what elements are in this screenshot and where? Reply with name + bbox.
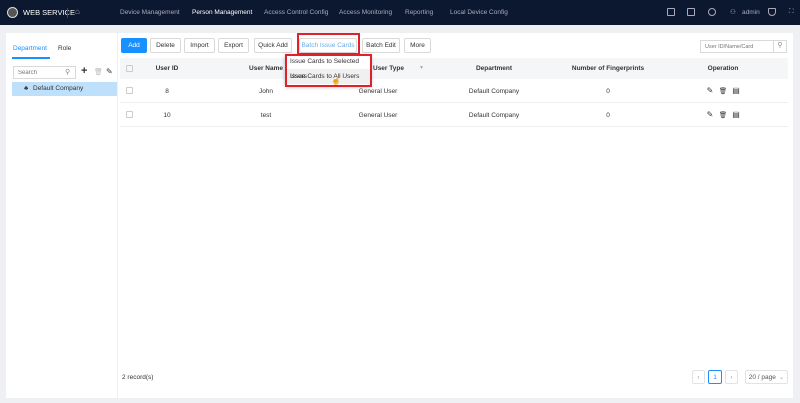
delete-icon[interactable]: 🗑: [719, 111, 727, 119]
record-count: 2 record(s): [122, 374, 154, 381]
shield-icon[interactable]: [768, 8, 776, 16]
export-button[interactable]: Export: [218, 38, 249, 53]
nav-local-device-config[interactable]: Local Device Config: [450, 9, 508, 16]
column-user-id: User ID: [155, 65, 179, 72]
delete-button[interactable]: Delete: [150, 38, 181, 53]
username[interactable]: admin: [742, 9, 760, 16]
prev-page-button[interactable]: ‹: [692, 370, 705, 384]
org-icon: ♣: [24, 85, 29, 92]
search-icon[interactable]: ⚲: [65, 68, 70, 76]
logo-icon: [7, 7, 18, 18]
chevron-down-icon: ⌄: [778, 374, 785, 381]
department-panel: Department Role ⚲ + 🗑 ✎ ♣ Default Compan…: [6, 33, 117, 398]
edit-icon[interactable]: ✎: [106, 67, 113, 76]
device-icon[interactable]: [687, 8, 695, 16]
table-row[interactable]: 10 test General User Default Company 0 ✎…: [120, 103, 788, 127]
user-search-input[interactable]: [700, 40, 774, 53]
search-icon[interactable]: ⚲: [773, 40, 787, 53]
delete-icon[interactable]: 🗑: [719, 87, 727, 95]
next-page-button[interactable]: ›: [725, 370, 738, 384]
active-tab-indicator: [12, 57, 50, 59]
page-size-select[interactable]: 20 / page ⌄: [745, 370, 788, 384]
nav-access-monitoring[interactable]: Access Monitoring: [339, 9, 392, 16]
help-icon[interactable]: [708, 8, 716, 16]
table-header: User ID User Name User Type ▼ Department…: [120, 58, 788, 79]
filter-icon[interactable]: ▼: [419, 65, 424, 71]
card-icon[interactable]: ▤: [732, 86, 740, 95]
nav-device-management[interactable]: Device Management: [120, 9, 180, 16]
edit-icon[interactable]: ✎: [707, 86, 714, 95]
delete-icon[interactable]: 🗑: [94, 68, 103, 76]
grid-icon[interactable]: [667, 8, 675, 16]
top-bar: WEB SERVICE ⌂ Device Management Person M…: [0, 0, 800, 25]
user-icon: ⚇: [730, 9, 736, 16]
page-1[interactable]: 1: [708, 370, 722, 384]
tab-department[interactable]: Department: [13, 45, 47, 52]
row-checkbox[interactable]: [126, 87, 133, 94]
column-user-name: User Name: [249, 65, 283, 72]
fullscreen-icon[interactable]: ⛶: [789, 8, 794, 16]
more-button[interactable]: More: [404, 38, 431, 53]
nav-person-management[interactable]: Person Management: [192, 9, 252, 16]
person-list-panel: Add Delete Import Export Quick Add Batch…: [118, 33, 793, 398]
home-icon[interactable]: ⌂: [75, 7, 80, 16]
highlight-box: [285, 54, 372, 87]
card-icon[interactable]: ▤: [732, 110, 740, 119]
add-button[interactable]: Add: [121, 38, 147, 53]
nav-access-control-config[interactable]: Access Control Config: [264, 9, 328, 16]
select-all-checkbox[interactable]: [126, 65, 133, 72]
cursor-icon: ☝: [331, 76, 341, 85]
column-operation: Operation: [707, 65, 739, 72]
nav-reporting[interactable]: Reporting: [405, 9, 433, 16]
divider: [67, 8, 68, 18]
import-button[interactable]: Import: [184, 38, 215, 53]
row-checkbox[interactable]: [126, 111, 133, 118]
column-department: Department: [475, 65, 513, 72]
edit-icon[interactable]: ✎: [707, 110, 714, 119]
add-icon[interactable]: +: [81, 65, 87, 77]
tree-item-default-company[interactable]: ♣ Default Company: [12, 82, 117, 96]
quick-add-button[interactable]: Quick Add: [254, 38, 292, 53]
highlight-box: [297, 33, 360, 55]
batch-edit-button[interactable]: Batch Edit: [362, 38, 400, 53]
column-user-type: User Type: [373, 65, 404, 72]
table-row[interactable]: 8 John General User Default Company 0 ✎ …: [120, 79, 788, 103]
tab-role[interactable]: Role: [58, 45, 71, 52]
column-fingerprints: Number of Fingerprints: [571, 65, 645, 72]
